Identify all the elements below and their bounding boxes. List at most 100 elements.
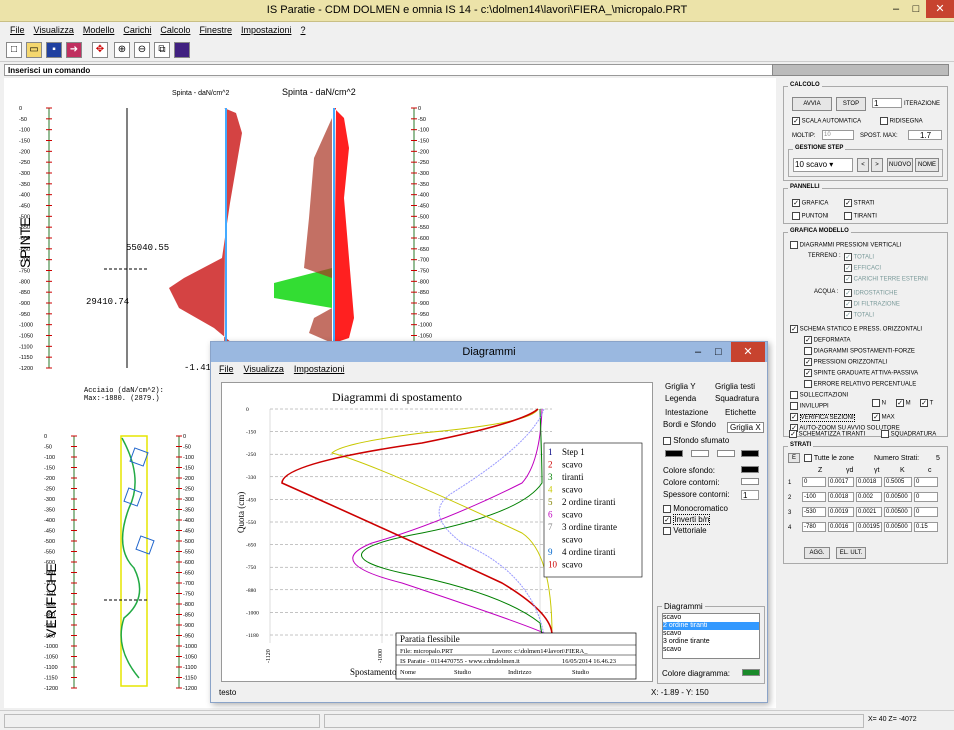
list-item-selected[interactable]: 2 ordine tiranti [663, 622, 759, 630]
diagrammi-dialog[interactable]: Diagrammi – □ ✕ File Visualizza Impostaz… [210, 341, 768, 703]
pressioni-checkbox[interactable]: ✓ PRESSIONI ORIZZONTALI [804, 358, 887, 366]
m-checkbox[interactable]: ✓ M [896, 399, 911, 407]
inviluppi-checkbox[interactable]: INVILUPPI [790, 402, 829, 410]
puntoni-checkbox[interactable]: PUNTONI [792, 212, 829, 220]
ridisegna-checkbox[interactable]: RIDISEGNA [880, 117, 923, 125]
strati-cell[interactable]: -780 [802, 522, 826, 532]
strati-cell[interactable]: 0.0018 [828, 492, 854, 502]
strati-cell[interactable]: 0.15 [914, 522, 938, 532]
menu-impostazioni[interactable]: Impostazioni [241, 25, 292, 35]
gradient-color-3[interactable] [717, 450, 735, 457]
n-checkbox[interactable]: N [872, 399, 886, 407]
menu-help[interactable]: ? [300, 25, 305, 35]
open-folder-icon[interactable]: ▭ [26, 42, 42, 58]
dialog-close-icon[interactable]: ✕ [731, 342, 765, 362]
spost-max-input[interactable]: 1.7 [908, 130, 942, 140]
diag-press-checkbox[interactable]: DIAGRAMMI PRESSIONI VERTICALI [790, 241, 901, 249]
menu-visualizza[interactable]: Visualizza [34, 25, 74, 35]
list-item[interactable]: scavo [663, 646, 759, 654]
colore-contorni-swatch[interactable] [741, 478, 759, 485]
gradient-color-1[interactable] [665, 450, 683, 457]
diag-spost-checkbox[interactable]: DIAGRAMMI SPOSTAMENTI-FORZE [804, 347, 915, 355]
new-file-icon[interactable]: □ [6, 42, 22, 58]
monocromatico-checkbox[interactable]: Monocromatico [663, 504, 728, 513]
strati-cell[interactable]: 0 [802, 477, 826, 487]
tab-intestazione[interactable]: Intestazione [665, 408, 708, 417]
plot-area[interactable]: Diagrammi di spostamento Quota (cm) Spos… [221, 382, 653, 682]
step-next-button[interactable]: > [871, 158, 883, 172]
strati-cell[interactable]: -530 [802, 507, 826, 517]
strati-cell[interactable]: 0 [914, 477, 938, 487]
nuovo-button[interactable]: NUOVO [887, 158, 913, 172]
colore-sfondo-swatch[interactable] [741, 466, 759, 473]
list-item[interactable]: scavo [663, 614, 759, 622]
strati-cell[interactable]: 0.0016 [828, 522, 854, 532]
tiranti-checkbox[interactable]: TIRANTI [844, 212, 877, 220]
dialog-menu-visualizza[interactable]: Visualizza [244, 364, 284, 374]
agg-button[interactable]: AGG. [804, 547, 830, 559]
idrostatiche-checkbox[interactable]: ✓ IDROSTATICHE [844, 289, 897, 297]
tab-griglia-testi[interactable]: Griglia testi [715, 382, 755, 391]
gradient-color-4[interactable] [741, 450, 759, 457]
grafica-checkbox[interactable]: ✓ GRAFICA [792, 199, 828, 207]
spessore-input[interactable]: 1 [741, 490, 759, 500]
strati-cell[interactable]: 0.00195 [856, 522, 882, 532]
menu-finestre[interactable]: Finestre [199, 25, 232, 35]
tab-squadratura[interactable]: Squadratura [715, 394, 759, 403]
render-icon[interactable] [174, 42, 190, 58]
dialog-maximize-icon[interactable]: □ [715, 342, 722, 362]
sfondo-sfumato-checkbox[interactable]: Sfondo sfumato [663, 436, 729, 445]
strati-cell[interactable]: 0 [914, 492, 938, 502]
totali-checkbox[interactable]: ✓ TOTALI [844, 253, 874, 261]
menu-modello[interactable]: Modello [83, 25, 115, 35]
sollecitazioni-checkbox[interactable]: SOLLECITAZIONI [790, 391, 848, 399]
tutte-zone-checkbox[interactable]: Tutte le zone [804, 454, 854, 462]
stop-button[interactable]: STOP [836, 97, 866, 111]
strati-cell[interactable]: 0.00500 [884, 507, 912, 517]
gradient-color-2[interactable] [691, 450, 709, 457]
list-item[interactable]: scavo [663, 630, 759, 638]
maximize-button[interactable]: □ [906, 0, 926, 18]
strati-cell[interactable]: 0.0017 [828, 477, 854, 487]
strati-checkbox[interactable]: ✓ STRATI [844, 199, 875, 207]
edit-strati-button[interactable]: E [788, 453, 800, 463]
avvia-button[interactable]: AVVIA [792, 97, 832, 111]
dialog-menu-impostazioni[interactable]: Impostazioni [294, 364, 345, 374]
tab-legenda[interactable]: Legenda [665, 394, 696, 403]
minimize-button[interactable]: – [886, 0, 906, 18]
tab-bordi-sfondo[interactable]: Bordi e Sfondo [663, 420, 716, 429]
spinte-grad-checkbox[interactable]: ✓ SPINTE GRADUATE ATTIVA-PASSIVA [804, 369, 918, 377]
efficaci-checkbox[interactable]: ✓ EFFICACI [844, 264, 881, 272]
difiltrazione-checkbox[interactable]: ✓ DI FILTRAZIONE [844, 300, 900, 308]
step-prev-button[interactable]: < [857, 158, 869, 172]
max-checkbox[interactable]: ✓ MAX [872, 413, 895, 421]
iteration-value[interactable]: 1 [872, 98, 902, 108]
list-item[interactable]: 3 ordine tirante [663, 638, 759, 646]
menu-carichi[interactable]: Carichi [123, 25, 151, 35]
squadratura-checkbox[interactable]: SQUADRATURA [881, 430, 936, 438]
deformata-checkbox[interactable]: ✓ DEFORMATA [804, 336, 850, 344]
strati-cell[interactable]: 0.5005 [884, 477, 912, 487]
strati-cell[interactable]: -100 [802, 492, 826, 502]
dialog-minimize-icon[interactable]: – [695, 342, 701, 362]
zoom-out-icon[interactable]: ⊖ [134, 42, 150, 58]
close-button[interactable]: ✕ [926, 0, 954, 18]
menu-file[interactable]: File [10, 25, 25, 35]
tab-griglia-y[interactable]: Griglia Y [665, 382, 696, 391]
save-icon[interactable]: ▪ [46, 42, 62, 58]
strati-cell[interactable]: 0.0018 [856, 477, 882, 487]
strati-cell[interactable]: 0.002 [856, 492, 882, 502]
errore-checkbox[interactable]: ERRORE RELATIVO PERCENTUALE [804, 380, 916, 388]
strati-cell[interactable]: 0.0021 [856, 507, 882, 517]
colore-diagramma-swatch[interactable] [742, 669, 760, 676]
totali2-checkbox[interactable]: ✓ TOTALI [844, 311, 874, 319]
nome-button[interactable]: NOME [915, 158, 939, 172]
scala-automatica-checkbox[interactable]: ✓ SCALA AUTOMATICA [792, 117, 861, 125]
moltip-input[interactable]: 10 [822, 130, 854, 140]
step-select[interactable]: 10 scavo ▾ [793, 158, 853, 172]
tab-etichette[interactable]: Etichette [725, 408, 756, 417]
vettoriale-checkbox[interactable]: Vettoriale [663, 526, 707, 535]
dialog-menu-file[interactable]: File [219, 364, 234, 374]
menu-calcolo[interactable]: Calcolo [160, 25, 190, 35]
export-icon[interactable]: ➜ [66, 42, 82, 58]
